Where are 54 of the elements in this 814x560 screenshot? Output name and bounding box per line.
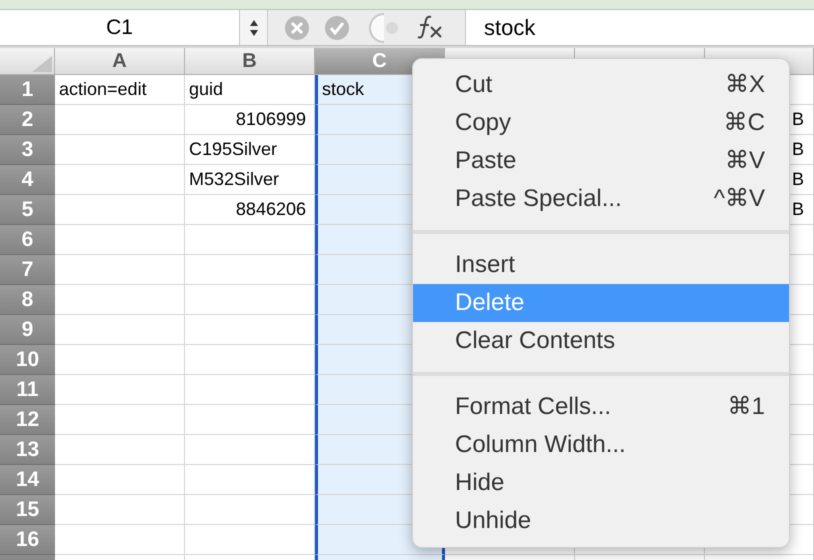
- row-header[interactable]: 12: [0, 405, 55, 435]
- menu-item[interactable]: Insert: [413, 246, 789, 284]
- confirm-icon[interactable]: [324, 14, 350, 40]
- menu-item-label: Delete: [455, 288, 524, 318]
- row-header[interactable]: 2: [0, 105, 55, 135]
- row-header[interactable]: 5: [0, 195, 55, 225]
- table-cell[interactable]: C195Silver: [185, 135, 315, 165]
- row-header[interactable]: 11: [0, 375, 55, 405]
- menu-shortcut: ⌘V: [724, 146, 765, 176]
- menu-item[interactable]: Unhide: [413, 502, 789, 540]
- menu-item[interactable]: Copy ⌘C: [413, 104, 789, 142]
- stepper-icon[interactable]: [240, 10, 268, 45]
- menu-shortcut: ⌘X: [724, 70, 765, 100]
- menu-item-label: Unhide: [455, 506, 532, 536]
- select-all-icon[interactable]: [32, 56, 52, 72]
- row-header[interactable]: 6: [0, 225, 55, 255]
- table-cell[interactable]: 8106999: [185, 105, 315, 135]
- menu-item[interactable]: Clear Contents: [413, 322, 789, 360]
- menu-item[interactable]: Column Width...: [413, 426, 789, 464]
- menu-item-label: Insert: [455, 250, 516, 280]
- menu-item-label: Paste: [455, 146, 516, 176]
- formula-field[interactable]: stock: [465, 10, 814, 45]
- row-header[interactable]: 16: [0, 525, 55, 555]
- row-header[interactable]: 3: [0, 135, 55, 165]
- column-header[interactable]: A: [55, 48, 185, 74]
- row-header[interactable]: 1: [0, 75, 55, 105]
- menu-item-label: Format Cells...: [455, 392, 612, 422]
- row-header[interactable]: 14: [0, 465, 55, 495]
- row-header[interactable]: 9: [0, 315, 55, 345]
- menu-item-label: Paste Special...: [455, 184, 622, 214]
- menu-item[interactable]: Format Cells... ⌘1: [413, 388, 789, 426]
- row-header[interactable]: 10: [0, 345, 55, 375]
- menu-shortcut: ^⌘V: [714, 184, 765, 214]
- table-cell[interactable]: M532Silver: [185, 165, 315, 195]
- menu-shortcut: ⌘1: [728, 392, 765, 422]
- table-cell[interactable]: action=edit: [55, 75, 185, 105]
- name-box[interactable]: C1: [0, 10, 240, 45]
- table-cell[interactable]: 8846206: [185, 195, 315, 225]
- row-header[interactable]: 8: [0, 285, 55, 315]
- menu-item[interactable]: Paste Special... ^⌘V: [413, 180, 789, 218]
- menu-item-label: Column Width...: [455, 430, 626, 460]
- menu-item-label: Hide: [455, 468, 504, 498]
- menu-item-label: Cut: [455, 70, 492, 100]
- row-header[interactable]: 7: [0, 255, 55, 285]
- row-header[interactable]: 15: [0, 495, 55, 525]
- menu-item[interactable]: Paste ⌘V: [413, 142, 789, 180]
- menu-shortcut: ⌘C: [724, 108, 765, 138]
- row-header[interactable]: 4: [0, 165, 55, 195]
- row-header[interactable]: 13: [0, 435, 55, 465]
- table-cell[interactable]: guid: [185, 75, 315, 105]
- menu-item-label: Clear Contents: [455, 326, 616, 356]
- menu-item[interactable]: Hide: [413, 464, 789, 502]
- menu-item-label: Copy: [455, 108, 512, 138]
- cancel-icon[interactable]: [284, 14, 310, 40]
